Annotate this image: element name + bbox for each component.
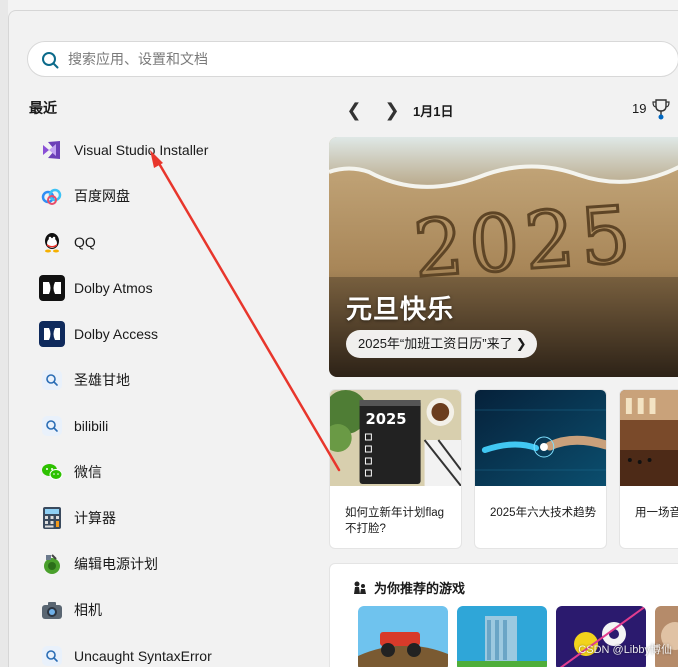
- recent-heading: 最近: [29, 100, 57, 116]
- news-cards: 2025 如何立新年计划flag不打脸? 2025年六大技术趋势 用一场音: [329, 389, 678, 549]
- visual-studio-icon: [39, 137, 65, 163]
- dolby-access-icon: [39, 321, 65, 347]
- recent-item-label: bilibili: [74, 418, 109, 434]
- recent-item-label: 计算器: [74, 510, 116, 526]
- game-tile-city-builder[interactable]: [457, 606, 547, 667]
- news-card-title: 2025年六大技术趋势: [490, 507, 597, 519]
- search-icon: [39, 643, 65, 667]
- search-icon: [39, 413, 65, 439]
- concert-hall-image: [620, 390, 678, 486]
- recent-item-search-syntaxerror[interactable]: Uncaught SyntaxError: [29, 633, 319, 667]
- news-card-title: 用一场音2025: [635, 507, 678, 519]
- search-icon: [42, 52, 59, 69]
- recent-item-power-plan[interactable]: 编辑电源计划: [29, 541, 319, 587]
- recent-item-search-gandhi[interactable]: 圣雄甘地: [29, 357, 319, 403]
- calculator-icon: [39, 505, 65, 531]
- game-tile-pool[interactable]: [556, 606, 646, 667]
- game-tile-hill-climb[interactable]: [358, 606, 448, 667]
- recent-item-dolby-atmos[interactable]: Dolby Atmos: [29, 265, 319, 311]
- trophy-icon[interactable]: [652, 98, 670, 120]
- recent-item-label: 相机: [74, 602, 102, 618]
- search-box[interactable]: [27, 41, 678, 77]
- qq-icon: [39, 229, 65, 255]
- hero-card[interactable]: 2025 元旦快乐 2025年“加班工资日历”来了 ❯: [329, 137, 678, 377]
- current-date: 1月1日: [413, 104, 454, 119]
- hero-title: 元旦快乐: [346, 294, 455, 324]
- news-card-new-year-plan[interactable]: 2025 如何立新年计划flag不打脸?: [329, 389, 462, 549]
- previous-arrow-icon[interactable]: ❮: [341, 97, 367, 123]
- recent-item-visual-studio-installer[interactable]: Visual Studio Installer: [29, 127, 319, 173]
- recent-item-wechat[interactable]: 微信: [29, 449, 319, 495]
- wechat-icon: [39, 459, 65, 485]
- hero-link-label: 2025年“加班工资日历”来了: [358, 336, 513, 351]
- notebook-image: 2025: [330, 390, 461, 487]
- power-plan-icon: [39, 551, 65, 577]
- rewards-count: 19: [632, 101, 647, 116]
- recent-item-label: 微信: [74, 464, 102, 480]
- chevron-right-icon: ❯: [515, 336, 527, 351]
- desktop-background: [0, 0, 8, 667]
- baidu-netdisk-icon: [39, 183, 65, 209]
- recent-list: Visual Studio Installer 百度网盘 QQ Dolby At…: [29, 127, 319, 667]
- tech-hand-image: [475, 390, 606, 486]
- next-arrow-icon[interactable]: ❯: [379, 97, 405, 123]
- recent-item-search-bilibili[interactable]: bilibili: [29, 403, 319, 449]
- hero-link-button[interactable]: 2025年“加班工资日历”来了 ❯: [346, 330, 537, 358]
- recent-item-label: 百度网盘: [74, 188, 130, 204]
- news-card-tech-trends[interactable]: 2025年六大技术趋势: [474, 389, 607, 549]
- search-icon: [39, 367, 65, 393]
- watermark-text: CSDN @Libby博仙: [578, 644, 672, 656]
- date-navigation: ❮ ❯ 1月1日 19: [337, 97, 678, 123]
- notebook-image-text: 2025: [365, 410, 406, 428]
- recent-item-label: 圣雄甘地: [74, 372, 130, 388]
- news-card-concert[interactable]: 用一场音2025: [619, 389, 678, 549]
- recent-item-label: Visual Studio Installer: [74, 142, 209, 158]
- recent-item-dolby-access[interactable]: Dolby Access: [29, 311, 319, 357]
- search-input[interactable]: [68, 48, 628, 70]
- chess-pieces-icon: [354, 581, 366, 594]
- game-tile-partial[interactable]: [655, 606, 678, 667]
- recent-item-label: 编辑电源计划: [74, 556, 158, 572]
- recent-item-label: Dolby Atmos: [74, 280, 153, 296]
- recent-item-camera[interactable]: 相机: [29, 587, 319, 633]
- recent-item-baidu-netdisk[interactable]: 百度网盘: [29, 173, 319, 219]
- recent-item-calculator[interactable]: 计算器: [29, 495, 319, 541]
- recent-item-qq[interactable]: QQ: [29, 219, 319, 265]
- dolby-atmos-icon: [39, 275, 65, 301]
- camera-icon: [39, 597, 65, 623]
- recent-item-label: Uncaught SyntaxError: [74, 648, 212, 664]
- recent-item-label: QQ: [74, 234, 96, 250]
- games-title: 为你推荐的游戏: [374, 581, 466, 596]
- games-header: 为你推荐的游戏: [352, 578, 465, 597]
- news-card-title: 如何立新年计划flag不打脸?: [345, 507, 445, 535]
- recent-item-label: Dolby Access: [74, 326, 159, 342]
- start-search-window: 最近 Visual Studio Installer 百度网盘 QQ Dolby…: [8, 10, 678, 667]
